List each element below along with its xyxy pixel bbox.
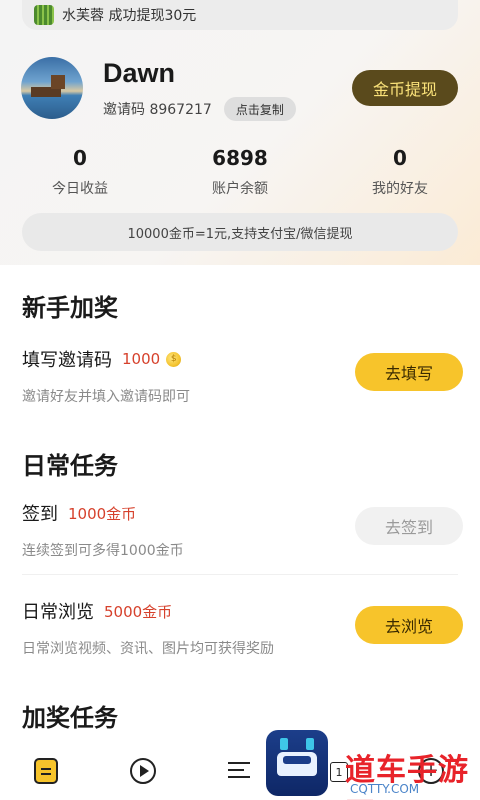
- stats-row: 0 今日收益 6898 账户余额 0 我的好友: [0, 146, 480, 198]
- coin-icon: $: [166, 351, 182, 367]
- section-title-daily: 日常任务: [22, 452, 118, 480]
- stat-today-earnings[interactable]: 0 今日收益: [15, 146, 145, 198]
- task-reward: 5000金币: [104, 602, 173, 621]
- avatar[interactable]: [21, 57, 83, 119]
- task-daily-browse: 日常浏览 5000金币 日常浏览视频、资讯、图片均可获得奖励 去浏览: [22, 598, 463, 658]
- divider: [22, 574, 458, 575]
- logo-car: [277, 752, 317, 776]
- stat-value: 0: [393, 146, 407, 170]
- watermark-sub: CQTTY.COM: [350, 782, 420, 796]
- nav-tasks-icon[interactable]: [34, 758, 58, 784]
- nav-video-icon[interactable]: [130, 758, 156, 784]
- profile-header: 水芙蓉 成功提现30元 Dawn 邀请码 8967217 点击复制 金币提现 0…: [0, 0, 480, 265]
- checkin-button[interactable]: 去签到: [355, 507, 463, 545]
- browse-button[interactable]: 去浏览: [355, 606, 463, 644]
- task-checkin: 签到 1000金币 连续签到可多得1000金币 去签到: [22, 500, 463, 560]
- section-title-bonus: 加奖任务: [22, 704, 118, 732]
- ticker-text: 水芙蓉 成功提现30元: [62, 8, 197, 24]
- coin-withdraw-button[interactable]: 金币提现: [352, 70, 458, 106]
- task-name: 签到: [22, 504, 58, 525]
- task-name: 日常浏览: [22, 602, 94, 623]
- task-name: 填写邀请码: [22, 350, 112, 371]
- avatar-hut: [51, 75, 65, 89]
- invite-code: 邀请码 8967217: [103, 102, 212, 118]
- nav-menu-icon[interactable]: [228, 758, 252, 782]
- stat-friends[interactable]: 0 我的好友: [335, 146, 465, 198]
- stat-value: 6898: [212, 146, 268, 170]
- stat-label: 账户余额: [212, 181, 268, 197]
- username: Dawn: [103, 58, 176, 88]
- task-reward: 1000: [122, 350, 161, 368]
- logo-horn: [280, 738, 288, 750]
- stat-value: 0: [73, 146, 87, 170]
- watermark-logo-icon: [266, 730, 328, 796]
- copy-invite-button[interactable]: 点击复制: [223, 97, 296, 121]
- stat-label: 今日收益: [52, 181, 108, 197]
- logo-horn: [306, 738, 314, 750]
- withdraw-ticker: 水芙蓉 成功提现30元: [22, 0, 458, 30]
- task-reward: 1000金币: [68, 504, 137, 523]
- exchange-rate-bar: 10000金币=1元,支持支付宝/微信提现: [22, 213, 458, 251]
- stat-label: 我的好友: [372, 181, 428, 197]
- stat-balance[interactable]: 6898 账户余额: [155, 146, 325, 198]
- section-title-newbie: 新手加奖: [22, 294, 118, 322]
- task-invite-code: 填写邀请码 1000 $ 邀请好友并填入邀请码即可 去填写: [22, 346, 463, 406]
- fill-invite-button[interactable]: 去填写: [355, 353, 463, 391]
- invite-row: 邀请码 8967217 点击复制: [103, 97, 296, 121]
- ticker-avatar-icon: [34, 5, 54, 25]
